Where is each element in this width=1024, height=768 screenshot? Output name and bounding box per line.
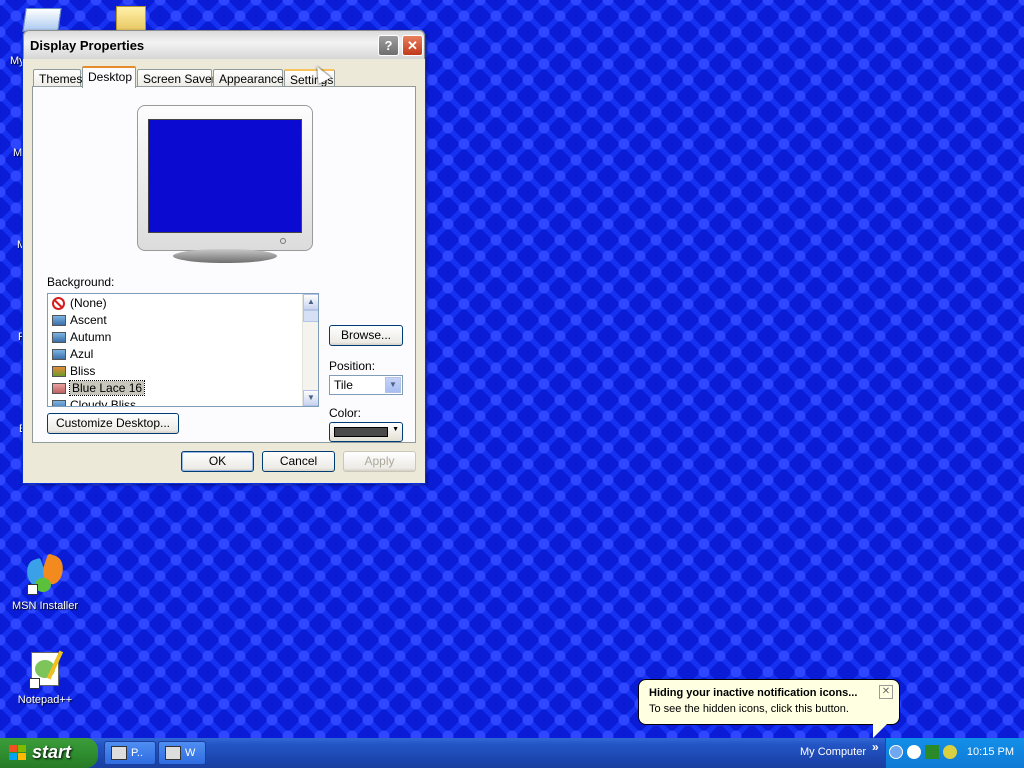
none-icon [52, 297, 65, 310]
desktop-icon-notepadpp[interactable]: Notepad++ [8, 650, 82, 706]
background-listbox[interactable]: (None) Ascent Autumn Azul Bliss Blue Lac… [47, 293, 319, 407]
display-properties-icon [111, 746, 127, 760]
desktop-icon-msn-installer[interactable]: MSN Installer [8, 553, 82, 612]
monitor-preview [137, 105, 313, 251]
image-thumb-icon [52, 349, 66, 360]
color-swatch [334, 427, 388, 437]
image-thumb-icon [52, 366, 66, 377]
list-item[interactable]: Autumn [52, 329, 111, 346]
apply-button[interactable]: Apply [343, 451, 416, 472]
cancel-button[interactable]: Cancel [262, 451, 335, 472]
image-thumb-icon [52, 400, 66, 406]
scroll-up-icon[interactable]: ▲ [303, 294, 318, 310]
list-item[interactable]: Cloudy Bliss [52, 397, 136, 406]
notification-balloon[interactable]: Hiding your inactive notification icons.… [638, 679, 900, 738]
info-icon[interactable] [907, 745, 921, 759]
chevron-down-icon: ▼ [392, 426, 399, 433]
position-label: Position: [329, 359, 376, 373]
title-bar[interactable]: Display Properties ? ✕ [23, 30, 425, 59]
scroll-thumb[interactable] [303, 310, 318, 322]
balloon-close-button[interactable]: ✕ [879, 685, 893, 699]
tab-desktop[interactable]: Desktop [82, 66, 136, 88]
list-item[interactable]: Ascent [52, 312, 107, 329]
window-icon [165, 746, 181, 760]
color-label: Color: [329, 406, 362, 420]
monitor-stand [173, 249, 277, 263]
image-thumb-icon [52, 383, 66, 394]
image-thumb-icon [52, 332, 66, 343]
list-item[interactable]: Azul [52, 346, 93, 363]
toolbar-my-computer[interactable]: My Computer [800, 746, 866, 758]
tab-screen-saver[interactable]: Screen Saver [137, 69, 216, 87]
list-item[interactable]: Bliss [52, 363, 95, 380]
scroll-down-icon[interactable]: ▼ [303, 390, 318, 406]
notepadpp-icon [25, 650, 65, 690]
tab-appearance[interactable]: Appearance [213, 69, 284, 87]
network-folder-icon [22, 8, 62, 32]
position-value: Tile [334, 378, 353, 392]
color-picker-button[interactable]: ▼ [329, 422, 403, 442]
image-thumb-icon [52, 315, 66, 326]
browse-button[interactable]: Browse... [329, 325, 403, 346]
taskbar-button-display-properties[interactable]: P.. [104, 741, 156, 765]
network-icon[interactable] [925, 745, 939, 759]
listbox-scrollbar[interactable]: ▲ ▼ [302, 294, 318, 406]
close-button[interactable]: ✕ [402, 35, 423, 56]
tab-themes[interactable]: Themes [33, 69, 82, 87]
balloon-title: Hiding your inactive notification icons.… [649, 687, 858, 699]
balloon-tail [873, 724, 887, 738]
desktop-icon-label: Notepad++ [17, 694, 73, 706]
desktop-icon-label: MSN Installer [11, 600, 79, 612]
monitor-preview-screen [148, 119, 302, 233]
help-button[interactable]: ? [378, 35, 399, 56]
ok-button[interactable]: OK [181, 451, 254, 472]
clock[interactable]: 10:15 PM [967, 746, 1014, 758]
windows-flag-icon [9, 745, 27, 761]
desktop-partial-label: M [13, 147, 23, 159]
list-item-selected[interactable]: Blue Lace 16 [52, 380, 146, 397]
list-item[interactable]: (None) [52, 295, 107, 312]
system-tray: 10:15 PM [885, 738, 1024, 768]
taskbar-button-window[interactable]: W [158, 741, 206, 765]
window-title: Display Properties [30, 38, 145, 53]
power-led-icon [280, 238, 286, 244]
toolbar-chevron-icon[interactable]: » [872, 740, 879, 754]
folder-icon [116, 6, 146, 32]
desktop-icon-partial-2[interactable] [116, 4, 146, 32]
display-properties-window: Display Properties ? ✕ Themes Desktop Sc… [22, 30, 426, 484]
msn-butterfly-icon [23, 553, 68, 596]
security-icon[interactable] [943, 745, 957, 759]
desktop-tab-panel: Background: (None) Ascent Autumn Azul Bl… [32, 86, 416, 443]
background-label: Background: [47, 275, 115, 289]
balloon-text: To see the hidden icons, click this butt… [649, 703, 849, 715]
start-label: start [32, 742, 72, 762]
start-button[interactable]: start [0, 738, 98, 768]
show-hidden-icons-button[interactable] [889, 745, 903, 759]
chevron-down-icon[interactable]: ▼ [385, 377, 401, 393]
taskbar: start P.. W My Computer » 10:15 PM [0, 738, 1024, 768]
customize-desktop-button[interactable]: Customize Desktop... [47, 413, 179, 434]
position-select[interactable]: Tile ▼ [329, 375, 403, 395]
